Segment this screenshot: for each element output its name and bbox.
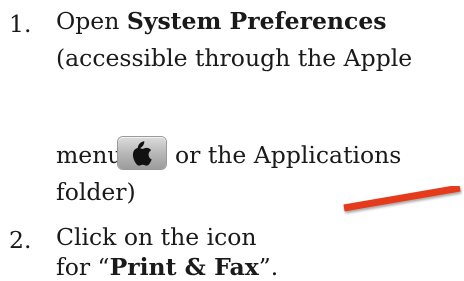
apple-logo-icon [118,137,166,169]
print-fax-label: Print & Fax [109,253,259,281]
step-1-prefix: Open [56,7,127,35]
step-1-line-2: (accessible through the Apple [56,44,413,72]
step-1-line-4: folder) [56,178,136,206]
step-2-number: 2. [9,226,32,254]
system-preferences-label: System Preferences [126,7,387,35]
step-2-quote-open: for “ [56,253,110,281]
step-1-menu-word: menu [56,141,123,169]
red-arrow-icon [343,186,461,212]
step-1-line-3-rest: or the Applications [175,141,402,169]
step-2-quote-close: ”. [258,253,279,281]
instruction-page: 1. Open System Preferences (accessible t… [0,0,464,281]
step-1-line-1: Open System Preferences [56,7,387,35]
step-2-line-2: for “Print & Fax”. [56,253,279,281]
step-2-line-1: Click on the icon [56,223,257,251]
step-1-number: 1. [9,10,32,38]
